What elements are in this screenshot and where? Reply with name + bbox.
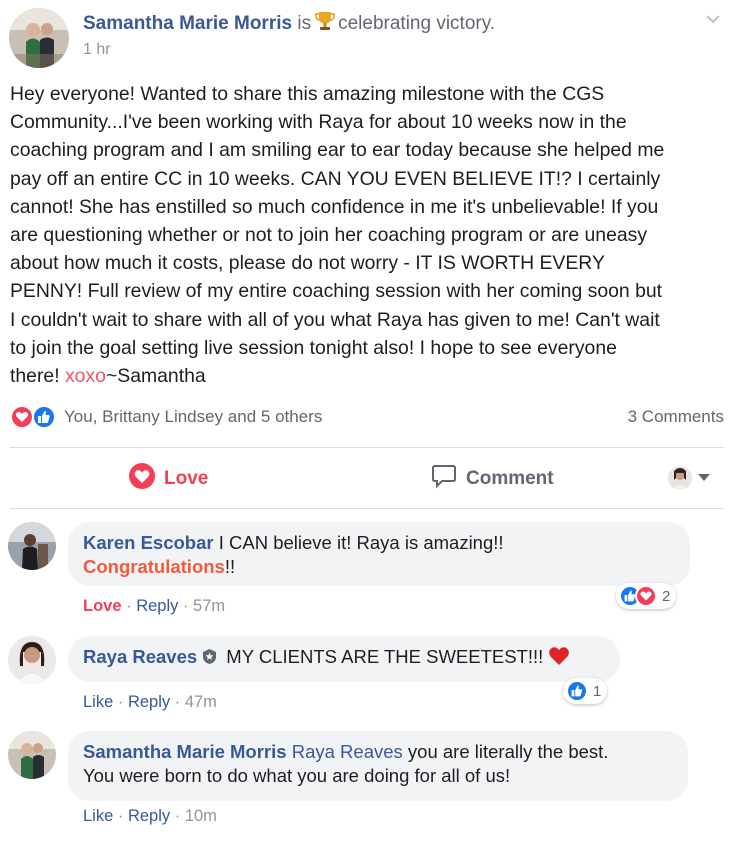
like-link[interactable]: Like (83, 693, 113, 711)
commenter-name[interactable]: Raya Reaves (83, 646, 197, 667)
congratulations-text: Congratulations (83, 556, 225, 577)
selector-avatar (668, 466, 692, 490)
divider (10, 508, 724, 509)
post-last-suffix: ~Samantha (105, 365, 206, 388)
post-line: pay off an entire CC in 10 weeks. CAN YO… (10, 167, 661, 190)
commenter-avatar[interactable] (8, 636, 56, 684)
comment-button-label: Comment (466, 468, 554, 489)
comment-bubble: Karen Escobar I CAN believe it! Raya is … (68, 522, 690, 586)
commenter-name[interactable]: Samantha Marie Morris (83, 741, 287, 762)
status-activity: celebrating victory. (338, 13, 496, 34)
love-button[interactable]: Love (128, 450, 208, 508)
love-link[interactable]: Love (83, 597, 122, 615)
comment-text: You were born to do what you are doing f… (83, 765, 511, 786)
comment-meta: Like · Reply · 10m (83, 807, 217, 825)
post-line: PENNY! Full review of my entire coaching… (10, 280, 663, 303)
chevron-down-icon (698, 469, 710, 487)
comment-text: MY CLIENTS ARE THE SWEETEST!!! (221, 646, 549, 667)
post-header: Samantha Marie Morris is celebrating vict… (9, 8, 727, 68)
love-reaction-icon (10, 405, 34, 429)
reaction-icons[interactable] (10, 404, 62, 430)
reaction-names[interactable]: You, Brittany Lindsey and 5 others (64, 407, 322, 427)
trophy-icon (314, 10, 336, 38)
reaction-count: 2 (662, 587, 671, 605)
post-line: to join the goal setting live session to… (10, 336, 617, 359)
post-status-line: Samantha Marie Morris is celebrating vict… (83, 10, 495, 38)
comment-icon (430, 462, 458, 496)
post-line: about how much it costs, please do not w… (10, 252, 605, 275)
post-as-selector[interactable] (668, 466, 710, 490)
comment-bubble: Raya Reaves MY CLIENTS ARE THE SWEETEST!… (68, 636, 620, 682)
comment-count[interactable]: 3 Comments (628, 407, 724, 427)
comment-text: !! (224, 556, 236, 577)
reply-link[interactable]: Reply (128, 807, 170, 825)
commenter-avatar[interactable] (8, 731, 56, 779)
post-body: Hey everyone! Wanted to share this amazi… (10, 80, 725, 390)
red-heart-emoji (548, 646, 570, 672)
comment-button[interactable]: Comment (430, 450, 554, 508)
post-last-prefix: there! (10, 365, 65, 388)
chevron-down-icon[interactable] (705, 12, 721, 30)
mention-link[interactable]: Raya Reaves (292, 741, 403, 762)
comment: Raya Reaves MY CLIENTS ARE THE SWEETEST!… (8, 636, 728, 718)
like-reaction-icon (566, 680, 588, 702)
reply-link[interactable]: Reply (136, 597, 178, 615)
post-line: Community...I've been working with Raya … (10, 111, 627, 134)
commenter-name[interactable]: Karen Escobar (83, 532, 214, 553)
like-link[interactable]: Like (83, 807, 113, 825)
love-reaction-icon (635, 585, 657, 607)
comment-meta: Like · Reply · 47m (83, 693, 217, 711)
comment-reactions[interactable]: 2 (616, 583, 677, 609)
comment-reactions[interactable]: 1 (563, 678, 608, 704)
heart-icon (128, 462, 156, 496)
comment-time[interactable]: 10m (185, 807, 217, 825)
comment-text: I CAN believe it! Raya is amazing!! (213, 532, 504, 553)
comment-time[interactable]: 47m (185, 693, 217, 711)
comment-meta: Love · Reply · 57m (83, 597, 226, 615)
author-avatar[interactable] (9, 8, 69, 68)
commenter-avatar[interactable] (8, 522, 56, 570)
admin-badge-icon (201, 647, 218, 671)
reactions-summary: You, Brittany Lindsey and 5 others 3 Com… (10, 404, 724, 430)
post-line-last: there! xoxo~Samantha (10, 362, 725, 390)
post-line: Hey everyone! Wanted to share this amazi… (10, 83, 605, 105)
like-reaction-icon (32, 405, 56, 429)
divider (10, 447, 724, 448)
post-timestamp[interactable]: 1 hr (83, 41, 111, 59)
action-bar: Love Comment (10, 450, 724, 508)
status-is: is (297, 13, 312, 34)
comment-time[interactable]: 57m (193, 597, 225, 615)
highlight-xoxo: xoxo (64, 365, 106, 388)
comment: Karen Escobar I CAN believe it! Raya is … (8, 522, 728, 618)
comment: Samantha Marie Morris Raya Reaves you ar… (8, 731, 728, 831)
comment-text: you are literally the best. (402, 741, 609, 762)
comment-bubble: Samantha Marie Morris Raya Reaves you ar… (68, 731, 688, 801)
post-line: I couldn't wait to share with all of you… (10, 308, 660, 331)
post-line: cannot! She has enstilled so much confid… (10, 195, 659, 218)
love-button-label: Love (164, 468, 209, 489)
author-name[interactable]: Samantha Marie Morris (83, 13, 292, 34)
reaction-count: 1 (593, 682, 602, 700)
post-line: are questioning whether or not to join h… (10, 224, 648, 247)
reply-link[interactable]: Reply (128, 693, 170, 711)
post-line: coaching program and I am smiling ear to… (10, 139, 665, 162)
